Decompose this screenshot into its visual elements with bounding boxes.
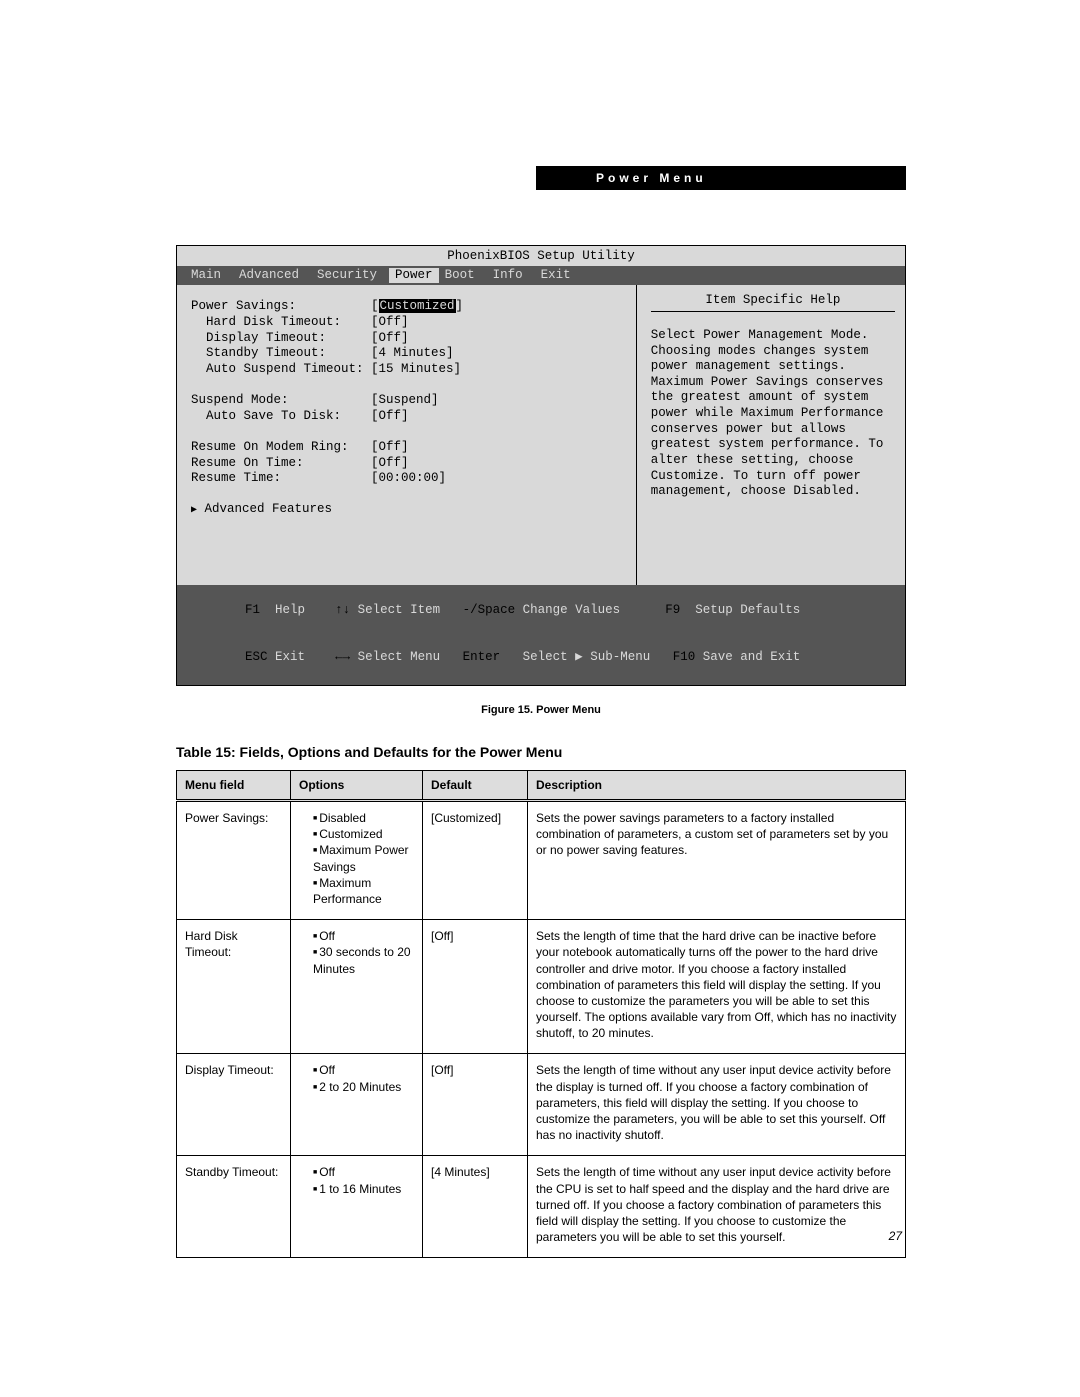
bios-tab-bar: Main Advanced Security Power Boot Info E… <box>177 266 905 286</box>
option-item: 30 seconds to 20 Minutes <box>313 944 414 976</box>
cell-default: [Off] <box>423 920 528 1054</box>
cell-description: Sets the power savings parameters to a f… <box>528 801 906 920</box>
bios-setting-row <box>191 424 628 440</box>
arrows-up-down-icon: ↑↓ <box>335 603 350 617</box>
page-header-title: Power Menu <box>596 171 707 185</box>
key-esc: ESC <box>245 650 268 664</box>
tab-info[interactable]: Info <box>487 268 535 284</box>
bios-setting-row[interactable]: Power Savings: [Customized] <box>191 299 628 315</box>
arrows-left-right-icon: ←→ <box>335 650 350 664</box>
bios-help-pane: Item Specific Help Select Power Manageme… <box>637 285 905 585</box>
cell-default: [4 Minutes] <box>423 1156 528 1258</box>
th-menu-field: Menu field <box>177 771 291 801</box>
triangle-right-icon: ▶ <box>191 505 197 516</box>
key-f1: F1 <box>245 603 260 617</box>
cell-options: Off1 to 16 Minutes <box>291 1156 423 1258</box>
table-row: Display Timeout:Off2 to 20 Minutes[Off]S… <box>177 1054 906 1156</box>
options-table: Menu field Options Default Description P… <box>176 770 906 1258</box>
table-row: Standby Timeout:Off1 to 16 Minutes[4 Min… <box>177 1156 906 1258</box>
bios-window: PhoenixBIOS Setup Utility Main Advanced … <box>176 245 906 686</box>
cell-default: [Customized] <box>423 801 528 920</box>
key-enter: Enter <box>463 650 501 664</box>
key-f10: F10 <box>673 650 696 664</box>
option-item: Off <box>313 1164 414 1180</box>
th-default: Default <box>423 771 528 801</box>
bios-setting-row[interactable]: Hard Disk Timeout: [Off] <box>191 315 628 331</box>
cell-menu-field: Power Savings: <box>177 801 291 920</box>
table-row: Power Savings:DisabledCustomizedMaximum … <box>177 801 906 920</box>
cell-description: Sets the length of time without any user… <box>528 1156 906 1258</box>
cell-menu-field: Standby Timeout: <box>177 1156 291 1258</box>
tab-boot[interactable]: Boot <box>439 268 487 284</box>
table-title: Table 15: Fields, Options and Defaults f… <box>176 744 906 760</box>
table-row: Hard Disk Timeout:Off30 seconds to 20 Mi… <box>177 920 906 1054</box>
page-number: 27 <box>889 1229 902 1243</box>
bios-setting-row[interactable]: Standby Timeout: [4 Minutes] <box>191 346 628 362</box>
bios-setting-row[interactable]: Resume On Time: [Off] <box>191 456 628 472</box>
cell-options: DisabledCustomizedMaximum Power SavingsM… <box>291 801 423 920</box>
option-item: 2 to 20 Minutes <box>313 1079 414 1095</box>
key-f9: F9 <box>665 603 680 617</box>
bios-setting-row[interactable]: Display Timeout: [Off] <box>191 331 628 347</box>
page-header: Power Menu <box>536 166 906 190</box>
bios-setting-row <box>191 377 628 393</box>
option-item: 1 to 16 Minutes <box>313 1181 414 1197</box>
cell-menu-field: Hard Disk Timeout: <box>177 920 291 1054</box>
option-item: Maximum Performance <box>313 875 414 907</box>
tab-exit[interactable]: Exit <box>535 268 583 284</box>
th-description: Description <box>528 771 906 801</box>
bios-setting-row <box>191 487 628 503</box>
tab-advanced[interactable]: Advanced <box>233 268 311 284</box>
bios-title: PhoenixBIOS Setup Utility <box>177 246 905 266</box>
option-item: Maximum Power Savings <box>313 842 414 874</box>
bios-help-title: Item Specific Help <box>651 293 895 312</box>
key-minus-space: -/Space <box>463 603 516 617</box>
bios-setting-row[interactable]: ▶ Advanced Features <box>191 502 628 518</box>
bios-setting-row[interactable]: Resume On Modem Ring: [Off] <box>191 440 628 456</box>
bios-footer: F1 Help ↑↓ Select Item -/Space Change Va… <box>177 585 905 685</box>
cell-menu-field: Display Timeout: <box>177 1054 291 1156</box>
bios-setting-row[interactable]: Resume Time: [00:00:00] <box>191 471 628 487</box>
figure-caption: Figure 15. Power Menu <box>176 704 906 716</box>
tab-main[interactable]: Main <box>185 268 233 284</box>
cell-description: Sets the length of time without any user… <box>528 1054 906 1156</box>
bios-setting-row[interactable]: Suspend Mode: [Suspend] <box>191 393 628 409</box>
cell-description: Sets the length of time that the hard dr… <box>528 920 906 1054</box>
bios-help-text: Select Power Management Mode. Choosing m… <box>651 328 895 500</box>
bios-setting-row[interactable]: Auto Save To Disk: [Off] <box>191 409 628 425</box>
cell-default: [Off] <box>423 1054 528 1156</box>
option-item: Off <box>313 1062 414 1078</box>
tab-security[interactable]: Security <box>311 268 389 284</box>
bios-settings-pane: Power Savings: [Customized] Hard Disk Ti… <box>177 285 637 585</box>
tab-power[interactable]: Power <box>389 268 439 284</box>
option-item: Off <box>313 928 414 944</box>
option-item: Customized <box>313 826 414 842</box>
cell-options: Off2 to 20 Minutes <box>291 1054 423 1156</box>
th-options: Options <box>291 771 423 801</box>
cell-options: Off30 seconds to 20 Minutes <box>291 920 423 1054</box>
option-item: Disabled <box>313 810 414 826</box>
bios-setting-row[interactable]: Auto Suspend Timeout: [15 Minutes] <box>191 362 628 378</box>
